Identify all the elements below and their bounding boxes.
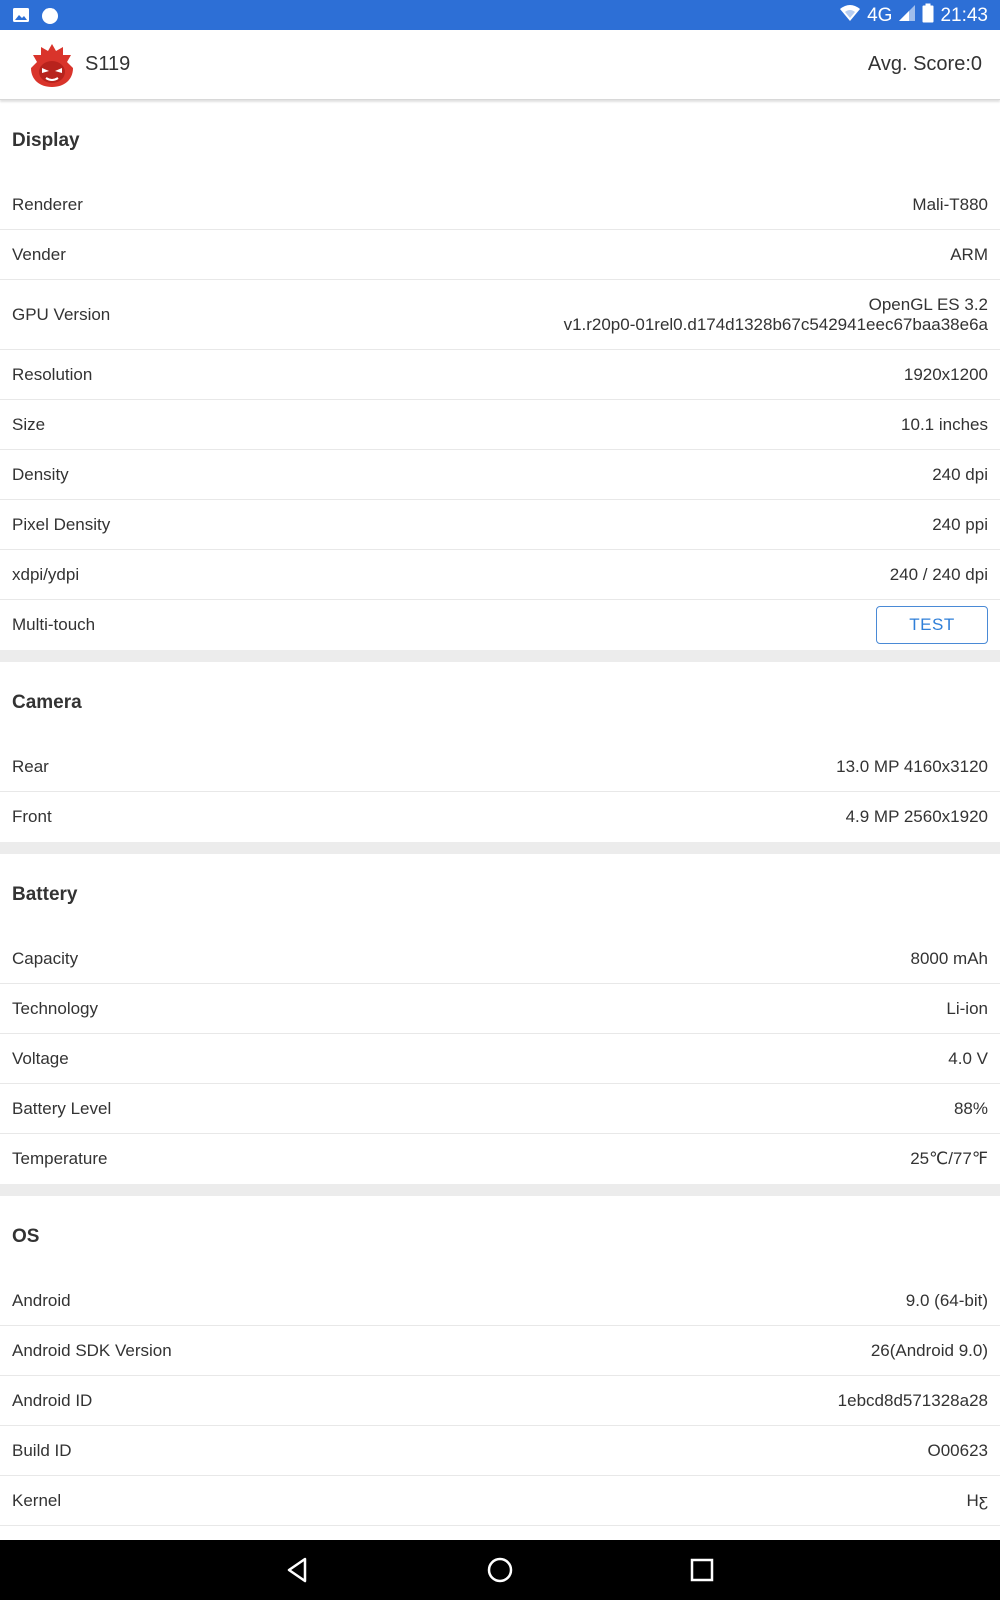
network-type: 4G [867,5,893,26]
antutu-logo-icon [30,42,74,88]
row-label: Battery Level [12,1098,112,1118]
info-row-build-id: Build ID O00623 [0,1426,1000,1476]
info-row-resolution: Resolution 1920x1200 [0,350,1000,400]
row-value: Hƹ [966,1490,988,1510]
row-value-line: OpenGL ES 3.2 [868,294,988,314]
row-label: Density [12,464,69,484]
info-row-android-id: Android ID 1ebcd8d571328a28 [0,1376,1000,1426]
row-value: 88% [953,1098,988,1118]
row-label: Resolution [12,364,93,384]
row-label: xdpi/ydpi [12,564,80,584]
info-row-vender: Vender ARM [0,230,1000,280]
row-label: Android ID [12,1390,93,1410]
row-value: ARM [950,244,988,264]
info-row-android: Android 9.0 (64-bit) [0,1276,1000,1326]
row-value: 4.9 MP 2560x1920 [845,807,988,826]
info-row-capacity: Capacity 8000 mAh [0,934,1000,984]
info-row-battery-level: Battery Level 88% [0,1084,1000,1134]
info-row-density: Density 240 dpi [0,450,1000,500]
section-battery: Battery Capacity 8000 mAh Technology Li-… [0,854,1000,1184]
section-divider [0,1184,1000,1196]
row-label: Renderer [12,194,83,214]
info-row-technology: Technology Li-ion [0,984,1000,1034]
row-value: Li-ion [946,998,988,1018]
row-label: Front [12,807,52,826]
app-notification-icon [40,5,60,30]
info-row-voltage: Voltage 4.0 V [0,1034,1000,1084]
section-title: Display [12,130,80,151]
row-label: Voltage [12,1048,69,1068]
row-value: Mali-T880 [912,194,988,214]
recents-icon[interactable] [687,1555,717,1585]
device-info-list[interactable]: Display Renderer Mali-T880 Vender ARM GP… [0,100,1000,1540]
row-label: Build ID [12,1440,72,1460]
row-value: 1ebcd8d571328a28 [837,1390,988,1410]
row-label: Android SDK Version [12,1340,172,1360]
section-title: OS [12,1226,40,1247]
row-label: Temperature [12,1149,108,1168]
row-label: Android [12,1290,71,1310]
info-row-front-camera: Front 4.9 MP 2560x1920 [0,792,1000,842]
row-label: Kernel [12,1490,62,1510]
info-row-xdpi-ydpi: xdpi/ydpi 240 / 240 dpi [0,550,1000,600]
info-row-size: Size 10.1 inches [0,400,1000,450]
info-row-pixel-density: Pixel Density 240 ppi [0,500,1000,550]
row-value: 8000 mAh [910,948,989,968]
row-label: Rear [12,756,49,776]
home-icon[interactable] [485,1555,515,1585]
info-row-kernel: Kernel Hƹ [0,1476,1000,1526]
row-value: 240 ppi [932,514,988,534]
row-value: 25℃/77℉ [910,1149,988,1168]
wifi-icon [839,4,861,28]
back-icon[interactable] [283,1555,313,1585]
row-value: 26(Android 9.0) [870,1340,988,1360]
avg-score: Avg. Score:0 [867,53,982,75]
row-value: 4.0 V [948,1048,988,1068]
section-display: Display Renderer Mali-T880 Vender ARM GP… [0,100,1000,650]
navigation-bar [0,1540,1000,1600]
app-bar: S119 Avg. Score:0 [0,30,1000,100]
row-label: Technology [12,998,99,1018]
row-label: Multi-touch [12,615,96,634]
info-row-renderer: Renderer Mali-T880 [0,180,1000,230]
row-label: Pixel Density [12,514,111,534]
signal-icon [898,4,916,28]
multi-touch-test-button[interactable]: TEST [876,606,988,644]
section-os: OS Android 9.0 (64-bit) Android SDK Vers… [0,1196,1000,1526]
info-row-rear-camera: Rear 13.0 MP 4160x3120 [0,742,1000,792]
section-camera: Camera Rear 13.0 MP 4160x3120 Front 4.9 … [0,662,1000,842]
row-value: 9.0 (64-bit) [905,1290,988,1310]
section-divider [0,650,1000,662]
status-bar: 4G 21:43 [0,0,1000,30]
row-value: 240 dpi [932,464,988,484]
row-value: 13.0 MP 4160x3120 [836,756,988,776]
info-row-temperature: Temperature 25℃/77℉ [0,1134,1000,1184]
row-label: Vender [12,244,66,264]
row-label: GPU Version [12,304,111,324]
info-row-gpu-version: GPU Version OpenGL ES 3.2 v1.r20p0-01rel… [0,280,1000,350]
row-value: O00623 [927,1440,989,1460]
section-title: Camera [12,692,82,713]
battery-icon [922,3,934,29]
section-divider [0,842,1000,854]
row-value: OpenGL ES 3.2 v1.r20p0-01rel0.d174d1328b… [564,295,988,335]
info-row-android-sdk-version: Android SDK Version 26(Android 9.0) [0,1326,1000,1376]
section-title: Battery [12,884,78,905]
row-label: Capacity [12,948,79,968]
row-value: 240 / 240 dpi [889,564,988,584]
info-row-multi-touch: Multi-touch TEST [0,600,1000,650]
device-name-title: S119 [85,53,131,75]
row-value: 10.1 inches [901,414,988,434]
row-value-line: v1.r20p0-01rel0.d174d1328b67c542941eec67… [563,314,988,334]
clock: 21:43 [940,5,988,26]
row-label: Size [12,414,46,434]
row-value: 1920x1200 [903,364,988,384]
image-icon [12,6,30,29]
